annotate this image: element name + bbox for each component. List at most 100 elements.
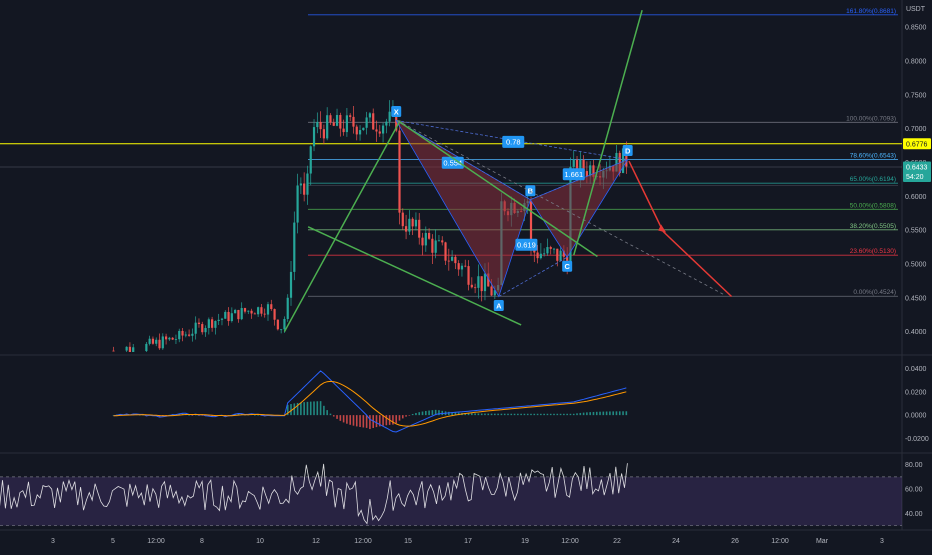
candle-body — [329, 115, 332, 123]
candle-body — [467, 266, 470, 285]
time-tick-label: 10 — [256, 538, 264, 545]
candle-body — [424, 232, 427, 246]
macd-histogram-bar — [569, 413, 572, 416]
candle-body — [247, 310, 250, 312]
candle-body — [474, 287, 477, 289]
candle-body — [339, 115, 342, 129]
time-tick-label: 24 — [672, 538, 680, 545]
macd-histogram-bar — [415, 412, 417, 416]
candle-body — [227, 311, 230, 322]
macd-histogram-bar — [494, 413, 496, 416]
candle-body — [299, 183, 302, 186]
candle-body — [539, 253, 542, 259]
macd-histogram-bar — [586, 412, 588, 416]
candle-body — [128, 346, 132, 352]
price-tick-label: 0.7500 — [905, 92, 927, 99]
macd-histogram-bar — [556, 413, 559, 416]
candle-body — [283, 318, 286, 330]
macd-histogram-bar — [487, 413, 490, 416]
macd-histogram-bar — [589, 412, 591, 416]
macd-histogram-bar — [421, 411, 424, 416]
candle-body — [460, 265, 464, 270]
macd-histogram-bar — [316, 401, 319, 416]
macd-histogram-bar — [428, 410, 430, 416]
candle-body — [214, 320, 217, 328]
candle-body — [148, 338, 151, 344]
candle-body — [303, 183, 306, 195]
candle-body — [543, 253, 546, 255]
price-tick-label: 0.5000 — [905, 262, 927, 269]
chart-canvas[interactable]: USDT 0.40000.45000.50000.55000.60000.650… — [0, 0, 932, 550]
macd-histogram-bar — [599, 411, 601, 416]
candle-body — [240, 308, 243, 320]
macd-histogram-bar — [503, 413, 506, 416]
candle-body — [306, 173, 309, 195]
candle-body — [536, 252, 539, 259]
candle-body — [404, 226, 408, 232]
rsi-tick-label: 40.00 — [905, 511, 923, 518]
candle-body — [276, 319, 279, 330]
candle-body — [490, 286, 493, 296]
candle-body — [546, 247, 549, 254]
price-tick-label: 0.5500 — [905, 228, 927, 235]
macd-histogram-bar — [352, 415, 355, 426]
macd-histogram-bar — [513, 413, 516, 416]
fib-level-label: 161.80%(0.8681) — [846, 8, 896, 15]
macd-histogram-bar — [546, 413, 549, 416]
time-tick-label: 8 — [200, 538, 204, 545]
candle-body — [378, 131, 381, 134]
currency-label: USDT — [906, 6, 926, 13]
macd-histogram-bar — [411, 413, 414, 416]
macd-tick-label: 0.0400 — [905, 366, 927, 373]
macd-histogram-bar — [306, 401, 309, 416]
macd-histogram-bar — [510, 413, 513, 416]
candle-body — [270, 304, 273, 310]
candle-body — [345, 115, 349, 133]
fib-level-label: 50.00%(0.5808) — [850, 202, 896, 209]
candle-body — [451, 256, 454, 261]
candle-body — [349, 115, 352, 117]
fib-level-label: 38.20%(0.5505) — [850, 223, 896, 230]
candle-body — [164, 336, 168, 340]
candle-body — [401, 212, 404, 227]
candle-body — [296, 185, 299, 223]
candle-body — [158, 339, 161, 349]
candle-body — [145, 343, 148, 352]
candle-body — [194, 322, 197, 334]
macd-histogram-bar — [592, 411, 595, 416]
macd-histogram-bar — [582, 412, 585, 416]
macd-histogram-bar — [355, 415, 358, 427]
macd-histogram-bar — [362, 415, 365, 428]
candle-body — [457, 263, 460, 270]
macd-histogram-bar — [401, 415, 404, 419]
candle-body — [408, 218, 411, 232]
fib-level-label: 0.00%(0.4524) — [853, 289, 896, 296]
macd-histogram-bar — [329, 413, 332, 416]
price-tick-label: 0.8500 — [905, 25, 927, 32]
macd-histogram-bar — [336, 415, 338, 419]
candle-body — [355, 126, 358, 135]
macd-histogram-bar — [300, 402, 302, 416]
pattern-ratio-label: 0.78 — [506, 138, 521, 147]
candle-body — [385, 121, 388, 126]
candle-body — [444, 242, 447, 261]
candle-body — [309, 146, 312, 174]
macd-histogram-bar — [425, 410, 427, 416]
candle-body — [335, 115, 339, 126]
candle-body — [286, 297, 289, 319]
candle-body — [188, 334, 191, 336]
macd-histogram-bar — [605, 411, 608, 416]
macd-histogram-bar — [536, 413, 539, 416]
candle-body — [197, 322, 201, 325]
macd-histogram-bar — [602, 411, 605, 416]
macd-tick-label: 0.0200 — [905, 389, 927, 396]
candle-body — [234, 309, 237, 314]
candle-body — [552, 248, 556, 250]
candle-body — [161, 336, 164, 349]
candle-body — [332, 122, 335, 126]
candle-body — [362, 127, 365, 131]
candle-body — [171, 337, 174, 340]
candle-body — [155, 339, 158, 344]
trading-chart[interactable]: USDT 0.40000.45000.50000.55000.60000.650… — [0, 0, 932, 550]
time-tick-label: 15 — [404, 538, 412, 545]
